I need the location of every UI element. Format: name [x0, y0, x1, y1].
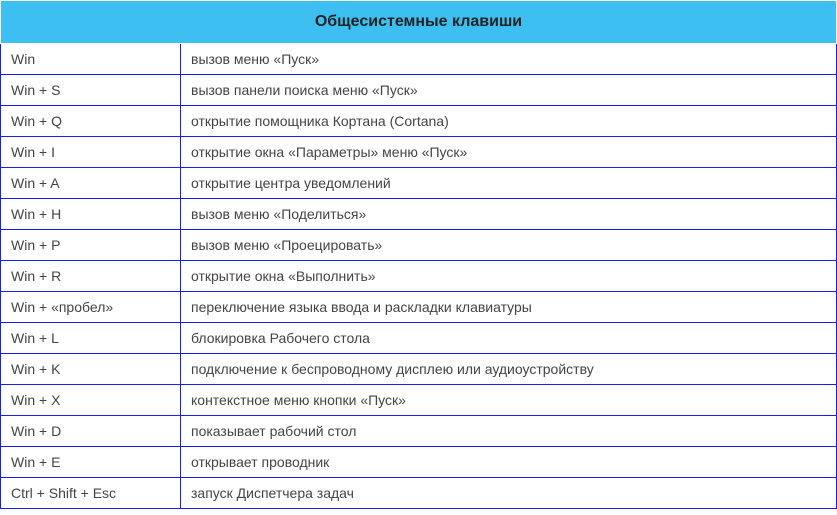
- shortcut-desc: блокировка Рабочего стола: [181, 323, 837, 354]
- shortcut-key: Win + D: [1, 416, 181, 447]
- shortcut-desc: открывает проводник: [181, 447, 837, 478]
- shortcut-key: Win + K: [1, 354, 181, 385]
- table-row: Win + Pвызов меню «Проецировать»: [1, 230, 837, 261]
- shortcut-desc: показывает рабочий стол: [181, 416, 837, 447]
- shortcut-desc: переключение языка ввода и раскладки кла…: [181, 292, 837, 323]
- table-row: Win + Lблокировка Рабочего стола: [1, 323, 837, 354]
- table-row: Win + Sвызов панели поиска меню «Пуск»: [1, 75, 837, 106]
- shortcut-key: Win + H: [1, 199, 181, 230]
- shortcut-key: Win + X: [1, 385, 181, 416]
- shortcut-key: Win + E: [1, 447, 181, 478]
- shortcut-key: Ctrl + Shift + Esc: [1, 478, 181, 509]
- shortcut-key: Win + P: [1, 230, 181, 261]
- table-row: Win + «пробел»переключение языка ввода и…: [1, 292, 837, 323]
- table-row: Win + Rоткрытие окна «Выполнить»: [1, 261, 837, 292]
- shortcut-desc: открытие окна «Параметры» меню «Пуск»: [181, 137, 837, 168]
- table-row: Win + Dпоказывает рабочий стол: [1, 416, 837, 447]
- shortcut-key: Win + R: [1, 261, 181, 292]
- table-row: Win + Kподключение к беспроводному диспл…: [1, 354, 837, 385]
- shortcut-desc: контекстное меню кнопки «Пуск»: [181, 385, 837, 416]
- shortcut-desc: вызов меню «Пуск»: [181, 44, 837, 75]
- shortcut-desc: вызов панели поиска меню «Пуск»: [181, 75, 837, 106]
- shortcut-key: Win + L: [1, 323, 181, 354]
- table-row: Win + Qоткрытие помощника Кортана (Corta…: [1, 106, 837, 137]
- table-row: Win + Xконтекстное меню кнопки «Пуск»: [1, 385, 837, 416]
- table-row: Win + Eоткрывает проводник: [1, 447, 837, 478]
- table-row: Win + Aоткрытие центра уведомлений: [1, 168, 837, 199]
- table-row: Ctrl + Shift + Escзапуск Диспетчера зада…: [1, 478, 837, 509]
- shortcut-key: Win: [1, 44, 181, 75]
- shortcut-key: Win + «пробел»: [1, 292, 181, 323]
- shortcut-desc: открытие окна «Выполнить»: [181, 261, 837, 292]
- shortcut-desc: вызов меню «Поделиться»: [181, 199, 837, 230]
- table-header-title: Общесистемные клавиши: [1, 1, 837, 44]
- shortcuts-table: Общесистемные клавиши Winвызов меню «Пус…: [0, 0, 837, 509]
- shortcut-key: Win + A: [1, 168, 181, 199]
- shortcut-desc: открытие помощника Кортана (Cortana): [181, 106, 837, 137]
- shortcut-desc: открытие центра уведомлений: [181, 168, 837, 199]
- shortcut-key: Win + I: [1, 137, 181, 168]
- shortcut-desc: запуск Диспетчера задач: [181, 478, 837, 509]
- table-row: Win + Hвызов меню «Поделиться»: [1, 199, 837, 230]
- shortcut-desc: вызов меню «Проецировать»: [181, 230, 837, 261]
- shortcut-desc: подключение к беспроводному дисплею или …: [181, 354, 837, 385]
- shortcut-key: Win + S: [1, 75, 181, 106]
- table-row: Win + Iоткрытие окна «Параметры» меню «П…: [1, 137, 837, 168]
- shortcut-key: Win + Q: [1, 106, 181, 137]
- table-row: Winвызов меню «Пуск»: [1, 44, 837, 75]
